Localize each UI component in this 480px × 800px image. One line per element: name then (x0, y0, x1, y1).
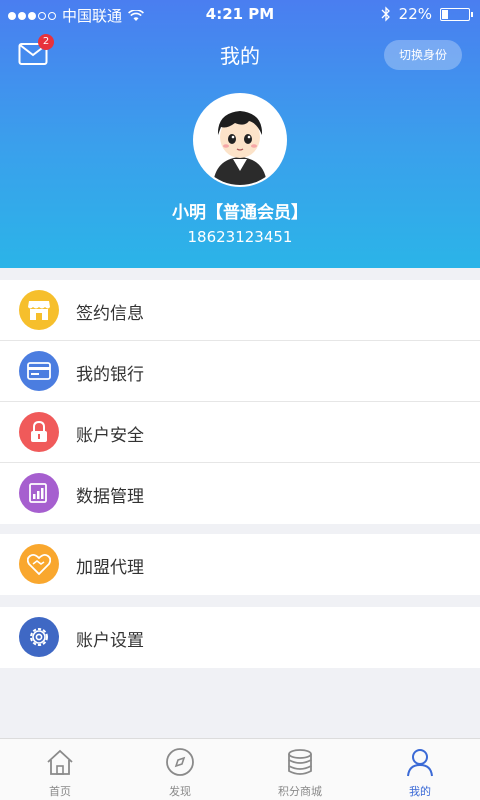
menu-group-account: 签约信息 我的银行 账户安全 数据管理 (0, 280, 480, 524)
coins-icon (288, 749, 312, 775)
menu-item-account-security[interactable]: 账户安全 (0, 402, 480, 463)
user-phone: 18623123451 (187, 228, 293, 246)
menu-item-franchise-agent[interactable]: 加盟代理 (0, 534, 480, 595)
tab-mine[interactable]: 我的 (360, 739, 480, 800)
home-icon (47, 749, 73, 775)
user-name: 小明 (172, 203, 206, 223)
shop-icon (19, 290, 59, 330)
member-level: 【普通会员】 (206, 203, 308, 223)
lock-icon (19, 412, 59, 452)
bottom-tab-bar: 首页 发现 积分商城 我的 (0, 738, 480, 800)
menu-item-label: 我的银行 (76, 365, 144, 385)
profile-header: 中国联通 4:21 PM 22% 2 我的 切换身份 小明【普通会员】 1862… (0, 0, 480, 268)
bank-card-icon (19, 351, 59, 391)
bluetooth-icon (381, 6, 390, 22)
tab-home[interactable]: 首页 (0, 739, 120, 800)
user-icon (407, 749, 433, 777)
gear-icon (19, 617, 59, 657)
user-name-line: 小明【普通会员】 (0, 198, 480, 223)
cartoon-boy-avatar-icon (195, 95, 285, 185)
menu-group-agency: 加盟代理 (0, 534, 480, 595)
avatar[interactable] (193, 93, 287, 187)
menu-item-contract-info[interactable]: 签约信息 (0, 280, 480, 341)
tab-label: 我的 (409, 785, 431, 798)
menu-item-label: 账户设置 (76, 631, 144, 651)
tab-label: 首页 (49, 785, 71, 798)
tab-label: 积分商城 (278, 785, 322, 798)
compass-icon (166, 748, 194, 776)
tab-label: 发现 (169, 785, 191, 798)
menu-item-account-settings[interactable]: 账户设置 (0, 607, 480, 668)
menu-group-settings: 账户设置 (0, 607, 480, 668)
menu-item-label: 数据管理 (76, 487, 144, 507)
tab-points-mall[interactable]: 积分商城 (240, 739, 360, 800)
tab-discover[interactable]: 发现 (120, 739, 240, 800)
battery-icon (440, 7, 473, 21)
switch-identity-button[interactable]: 切换身份 (384, 40, 462, 70)
menu-item-my-bank[interactable]: 我的银行 (0, 341, 480, 402)
menu-item-label: 加盟代理 (76, 558, 144, 578)
menu-item-data-management[interactable]: 数据管理 (0, 463, 480, 524)
menu-item-label: 账户安全 (76, 426, 144, 446)
battery-percent: 22% (398, 5, 432, 23)
status-bar: 中国联通 4:21 PM 22% (0, 0, 480, 28)
data-chart-icon (19, 473, 59, 513)
handshake-icon (19, 544, 59, 584)
menu-item-label: 签约信息 (76, 304, 144, 324)
